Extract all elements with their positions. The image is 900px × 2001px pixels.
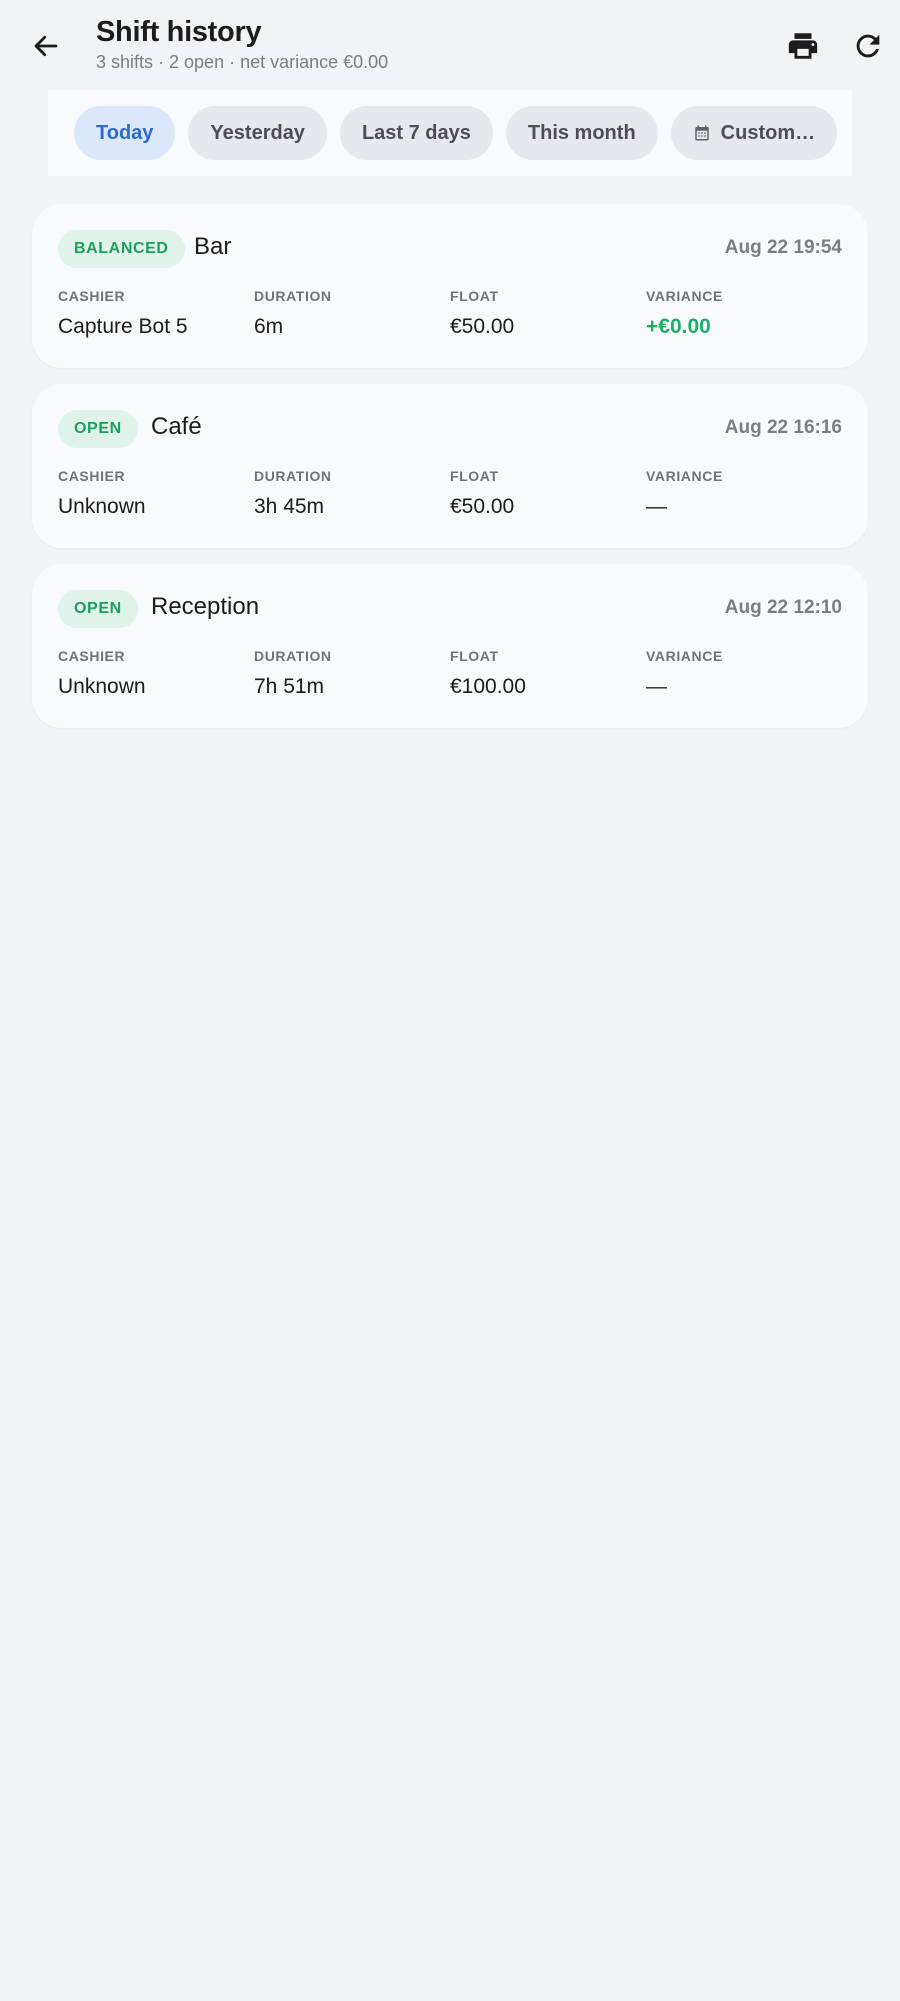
float-field: FLOAT €100.00 <box>450 648 526 699</box>
duration-value: 7h 51m <box>254 675 325 698</box>
shift-card[interactable]: OPEN Reception Aug 22 12:10 CASHIER Unkn… <box>32 564 868 728</box>
chip-this-month[interactable]: This month <box>505 106 658 160</box>
field-label: VARIANCE <box>646 468 723 484</box>
duration-field: DURATION 3h 45m <box>254 468 332 519</box>
arrow-left-icon <box>34 35 58 57</box>
date-filter-bar: Today Yesterday Last 7 days This month C… <box>48 90 852 176</box>
shift-card[interactable]: OPEN Café Aug 22 16:16 CASHIER Unknown D… <box>32 384 868 548</box>
field-label: CASHIER <box>58 468 126 484</box>
shift-timestamp: Aug 22 16:16 <box>724 417 842 438</box>
variance-value: — <box>646 675 667 698</box>
chip-custom[interactable]: Custom… <box>670 106 838 160</box>
float-value: €50.00 <box>450 315 515 338</box>
duration-field: DURATION 7h 51m <box>254 648 332 699</box>
shift-location: Café <box>151 413 202 440</box>
status-badge: BALANCED <box>58 230 185 268</box>
variance-field: VARIANCE — <box>646 648 723 699</box>
variance-value: — <box>646 495 667 518</box>
field-label: DURATION <box>254 468 332 484</box>
print-button[interactable] <box>779 22 827 70</box>
page-subtitle: 3 shifts · 2 open · net variance €0.00 <box>96 52 389 72</box>
page-title: Shift history <box>96 16 262 48</box>
duration-value: 3h 45m <box>254 495 325 518</box>
chip-label: This month <box>527 121 636 144</box>
variance-field: VARIANCE +€0.00 <box>646 288 723 339</box>
float-field: FLOAT €50.00 <box>450 288 514 339</box>
calendar-icon <box>693 124 711 142</box>
field-label: VARIANCE <box>646 648 723 664</box>
float-field: FLOAT €50.00 <box>450 468 514 519</box>
top-app-bar: Shift history 3 shifts · 2 open · net va… <box>0 0 900 90</box>
cashier-value: Unknown <box>58 675 146 698</box>
chip-label: Yesterday <box>210 121 305 144</box>
refresh-icon <box>856 34 880 58</box>
variance-field: VARIANCE — <box>646 468 723 519</box>
chip-label: Last 7 days <box>361 121 471 144</box>
duration-value: 6m <box>254 315 284 338</box>
shift-card[interactable]: BALANCED Bar Aug 22 19:54 CASHIER Captur… <box>32 204 868 368</box>
field-label: FLOAT <box>450 288 499 304</box>
refresh-button[interactable] <box>844 22 892 70</box>
chip-label: Today <box>96 121 154 144</box>
float-value: €50.00 <box>450 495 515 518</box>
field-label: FLOAT <box>450 648 499 664</box>
field-label: VARIANCE <box>646 288 723 304</box>
field-label: CASHIER <box>58 648 126 664</box>
cashier-field: CASHIER Unknown <box>58 468 146 519</box>
field-label: CASHIER <box>58 288 126 304</box>
shift-timestamp: Aug 22 12:10 <box>724 597 842 618</box>
shift-location: Bar <box>194 233 232 260</box>
status-badge: OPEN <box>58 590 138 628</box>
chip-today[interactable]: Today <box>74 106 176 160</box>
field-label: DURATION <box>254 648 332 664</box>
cashier-value: Unknown <box>58 495 146 518</box>
chip-yesterday[interactable]: Yesterday <box>188 106 327 160</box>
float-value: €100.00 <box>450 675 526 698</box>
back-button[interactable] <box>24 24 68 68</box>
variance-value: +€0.00 <box>646 315 711 338</box>
shift-timestamp: Aug 22 19:54 <box>724 237 842 258</box>
chip-last-7-days[interactable]: Last 7 days <box>339 106 493 160</box>
field-label: DURATION <box>254 288 332 304</box>
status-badge: OPEN <box>58 410 138 448</box>
cashier-field: CASHIER Unknown <box>58 648 146 699</box>
field-label: FLOAT <box>450 468 499 484</box>
shift-location: Reception <box>151 593 260 620</box>
cashier-value: Capture Bot 5 <box>58 315 188 338</box>
shift-history-screen: Shift history 3 shifts · 2 open · net va… <box>0 0 900 2001</box>
cashier-field: CASHIER Capture Bot 5 <box>58 288 188 339</box>
duration-field: DURATION 6m <box>254 288 332 339</box>
chip-label: Custom… <box>720 121 816 144</box>
printer-icon <box>788 33 818 59</box>
